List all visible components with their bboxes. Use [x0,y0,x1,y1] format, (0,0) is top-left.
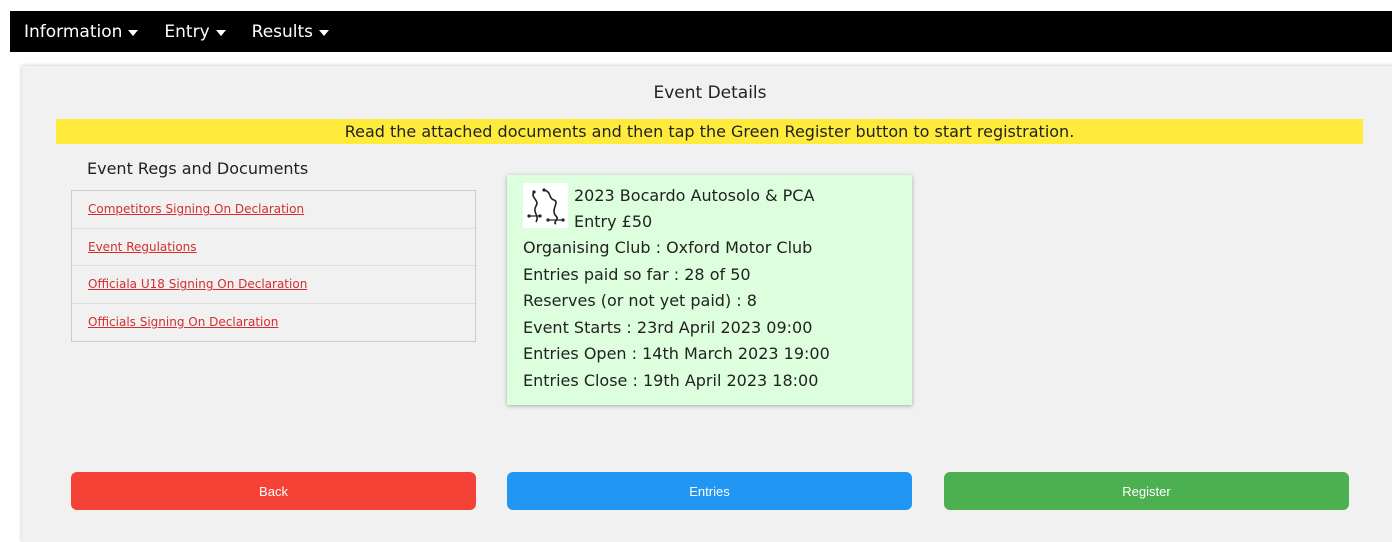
nav-menu-label: Results [251,21,314,42]
autosolo-course-logo-icon [523,183,568,228]
nav-menu-entry[interactable]: Entry [164,21,226,42]
entry-fee: Entry £50 [574,212,653,231]
caret-down-icon [319,29,330,36]
entries-button[interactable]: Entries [507,472,912,510]
documents-list: Competitors Signing On Declaration Event… [71,190,476,342]
organising-club: Organising Club : Oxford Motor Club [523,238,813,257]
event-details-panel: Event Details Read the attached document… [22,66,1392,542]
list-item: Officials Signing On Declaration [72,304,475,342]
list-item: Officiala U18 Signing On Declaration [72,266,475,304]
document-link-officials-signing-on[interactable]: Officials Signing On Declaration [88,315,278,329]
document-link-officials-u18-signing-on[interactable]: Officiala U18 Signing On Declaration [88,277,307,291]
register-button[interactable]: Register [944,472,1349,510]
event-title-block: 2023 Bocardo Autosolo & PCA Entry £50 [574,183,814,235]
list-item: Competitors Signing On Declaration [72,191,475,229]
document-link-event-regulations[interactable]: Event Regulations [88,240,197,254]
document-link-competitors-signing-on[interactable]: Competitors Signing On Declaration [88,202,304,216]
instruction-banner: Read the attached documents and then tap… [56,119,1363,144]
event-name: 2023 Bocardo Autosolo & PCA [574,186,815,205]
page-title: Event Details [653,83,767,103]
documents-heading: Event Regs and Documents [87,159,309,178]
top-nav-bar: Information Entry Results [10,11,1392,52]
event-start-time: Event Starts : 23rd April 2023 09:00 [523,317,813,337]
entries-paid: Entries paid so far : 28 of 50 [523,264,751,284]
entries-close-time: Entries Close : 19th April 2023 18:00 [523,370,819,390]
event-header: 2023 Bocardo Autosolo & PCA Entry £50 [523,183,896,235]
caret-down-icon [215,29,226,36]
nav-menu-label: Entry [164,21,210,42]
nav-menu-results[interactable]: Results [251,21,330,42]
nav-menu-information[interactable]: Information [24,21,139,42]
caret-down-icon [128,29,139,36]
entries-open-time: Entries Open : 14th March 2023 19:00 [523,344,830,363]
list-item: Event Regulations [72,229,475,266]
event-info-card: 2023 Bocardo Autosolo & PCA Entry £50 Or… [507,175,912,405]
back-button[interactable]: Back [71,472,476,510]
nav-menu-label: Information [24,21,123,42]
reserves-count: Reserves (or not yet paid) : 8 [523,291,757,310]
